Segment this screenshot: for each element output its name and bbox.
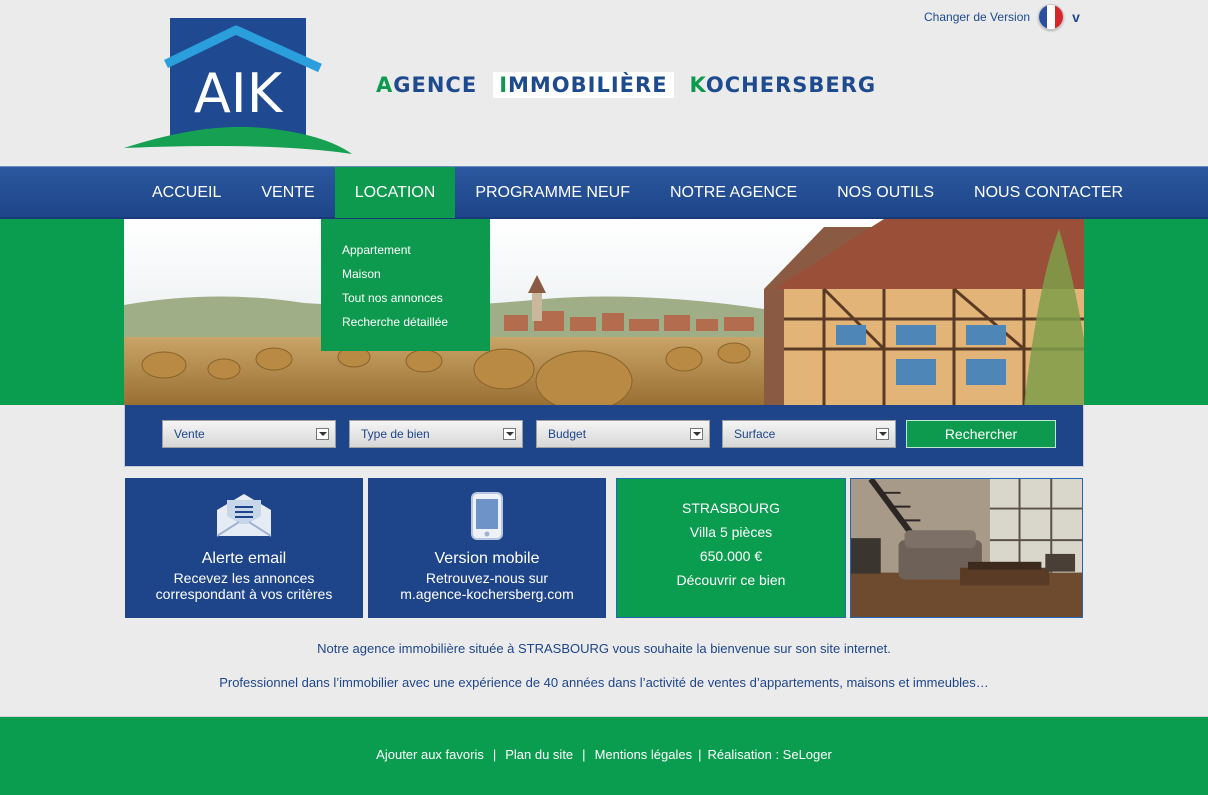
dropdown-item-recherche-detaillee[interactable]: Recherche détaillée	[342, 310, 490, 334]
property-type: Villa 5 pièces	[689, 524, 773, 540]
featured-property-tile[interactable]: STRASBOURG Villa 5 pièces 650.000 € Déco…	[616, 478, 846, 618]
dropdown-item-appartement[interactable]: Appartement	[342, 238, 490, 262]
footer-link-mentions-legales[interactable]: Mentions légales	[595, 747, 693, 762]
property-type-select-value: Type de bien	[361, 427, 430, 441]
brand-word-immobiliere: IMMOBILIÈRE	[493, 72, 674, 98]
email-alert-line1: Recevez les annonces	[173, 570, 315, 586]
footer-link-realisation[interactable]: Réalisation : SeLoger	[708, 747, 832, 762]
mobile-version-tile[interactable]: Version mobile Retrouvez-nous sur m.agen…	[368, 478, 606, 618]
version-switcher[interactable]: Changer de Version v	[924, 4, 1080, 30]
property-price: 650.000 €	[699, 548, 763, 564]
surface-select-value: Surface	[734, 427, 776, 441]
footer-link-favoris[interactable]: Ajouter aux favoris	[376, 747, 484, 762]
dropdown-item-toutes-annonces[interactable]: Tout nos annonces	[342, 286, 490, 310]
nav-item-vente[interactable]: VENTE	[241, 167, 334, 218]
intro-experience: Professionnel dans l’immobilier avec une…	[219, 675, 989, 690]
logo-lettering: AIK	[194, 62, 284, 125]
footer-link-plan-du-site[interactable]: Plan du site	[505, 747, 573, 762]
aik-logo[interactable]: AIK	[124, 16, 354, 156]
property-city: STRASBOURG	[681, 500, 780, 516]
location-dropdown-menu: Appartement Maison Tout nos annonces Rec…	[321, 219, 490, 351]
mobile-version-line1: Retrouvez-nous sur	[425, 570, 549, 586]
dropdown-arrow-icon[interactable]	[316, 428, 329, 440]
brand-word-agence: AGENCE	[376, 73, 478, 97]
smartphone-icon	[471, 492, 503, 540]
nav-item-location[interactable]: LOCATION	[334, 167, 456, 218]
footer-separator: |	[582, 747, 586, 762]
brand-title: AGENCE IMMOBILIÈRE KOCHERSBERG	[370, 72, 882, 98]
search-button[interactable]: Rechercher	[906, 420, 1056, 448]
dropdown-item-maison[interactable]: Maison	[342, 262, 490, 286]
dropdown-arrow-icon[interactable]	[876, 428, 889, 440]
nav-item-programme-neuf[interactable]: PROGRAMME NEUF	[455, 167, 650, 218]
nav-item-nos-outils[interactable]: NOS OUTILS	[817, 167, 954, 218]
budget-select-value: Budget	[548, 427, 587, 441]
surface-select[interactable]: Surface	[722, 420, 896, 448]
version-label[interactable]: Changer de Version	[924, 10, 1030, 24]
banner-image	[124, 219, 1084, 405]
dropdown-arrow-icon[interactable]	[503, 428, 516, 440]
property-type-select[interactable]: Type de bien	[349, 420, 523, 448]
property-cta-link[interactable]: Découvrir ce bien	[617, 568, 845, 592]
envelope-icon	[216, 494, 272, 537]
mobile-version-title: Version mobile	[434, 550, 540, 567]
mobile-version-url[interactable]: m.agence-kochersberg.com	[368, 586, 606, 602]
footer-separator: |	[698, 747, 702, 762]
email-alert-line2: correspondant à vos critères	[155, 586, 333, 602]
footer-separator: |	[492, 747, 497, 762]
chevron-down-icon[interactable]: v	[1072, 9, 1080, 25]
featured-property-photo[interactable]	[850, 478, 1083, 618]
french-flag-icon[interactable]	[1038, 4, 1065, 30]
nav-item-notre-agence[interactable]: NOTRE AGENCE	[650, 167, 817, 218]
footer: Ajouter aux favoris | Plan du site | Mention…	[0, 716, 1208, 795]
nav-item-nous-contacter[interactable]: NOUS CONTACTER	[954, 167, 1143, 218]
email-alert-tile[interactable]: Alerte email Recevez les annonces corres…	[125, 478, 363, 618]
nav-item-accueil[interactable]: ACCUEIL	[132, 167, 241, 218]
intro-welcome: Notre agence immobilière située à STRASB…	[317, 641, 891, 656]
main-nav: ACCUEIL VENTE LOCATION PROGRAMME NEUF NO…	[0, 166, 1208, 219]
transaction-select[interactable]: Vente	[162, 420, 336, 448]
email-alert-title: Alerte email	[201, 550, 287, 567]
search-bar: Vente Type de bien Budget Surface Recher…	[124, 405, 1084, 467]
budget-select[interactable]: Budget	[536, 420, 710, 448]
dropdown-arrow-icon[interactable]	[690, 428, 703, 440]
brand-word-kochersberg: KOCHERSBERG	[689, 73, 877, 97]
transaction-select-value: Vente	[174, 427, 205, 441]
